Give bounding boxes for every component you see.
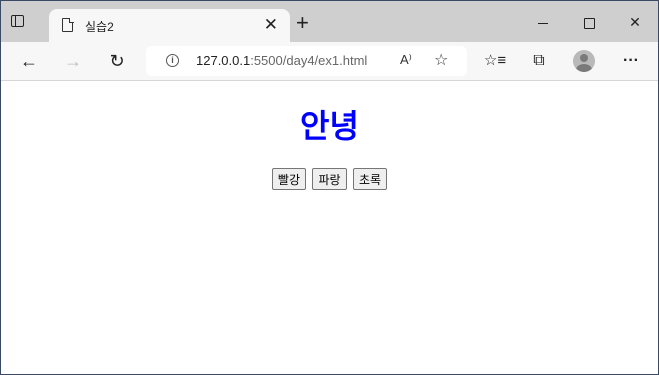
read-aloud-icon[interactable]: A⁾ — [400, 52, 412, 68]
toolbar: ← → ↻ i 127.0.0.1:5500/day4/ex1.html A⁾ … — [1, 42, 658, 81]
url-host: 127.0.0.1 — [196, 53, 251, 68]
page-content: 안녕 빨강 파랑 초록 — [1, 81, 658, 374]
minimize-button[interactable] — [520, 9, 566, 35]
tab-strip: 실습2 ✕ + ✕ — [1, 1, 658, 42]
maximize-button[interactable] — [566, 9, 612, 35]
address-bar[interactable]: i 127.0.0.1:5500/day4/ex1.html A⁾ ☆ — [146, 46, 467, 76]
collections-icon[interactable]: ⧉ — [525, 47, 553, 75]
profile-avatar[interactable] — [573, 50, 595, 72]
browser-window: 실습2 ✕ + ✕ ← → ↻ i 127.0.0.1:5500/day4/ex… — [0, 0, 659, 375]
tab-active[interactable]: 실습2 ✕ — [49, 9, 290, 42]
menu-icon[interactable]: ··· — [617, 47, 645, 75]
url-text[interactable]: 127.0.0.1:5500/day4/ex1.html — [196, 53, 367, 68]
page-icon — [62, 17, 74, 32]
new-tab-button[interactable]: + — [296, 12, 309, 34]
green-button[interactable]: 초록 — [353, 168, 388, 190]
tab-actions-icon[interactable] — [9, 13, 27, 31]
minimize-icon — [538, 22, 548, 24]
greeting-heading: 안녕 — [300, 107, 359, 145]
tab-title: 실습2 — [85, 20, 114, 34]
back-button[interactable]: ← — [15, 47, 43, 75]
blue-button[interactable]: 파랑 — [312, 168, 347, 190]
color-button-row: 빨강 파랑 초록 — [1, 168, 658, 190]
forward-button[interactable]: → — [59, 47, 87, 75]
favorites-icon[interactable]: ☆≡ — [481, 47, 509, 75]
info-icon[interactable]: i — [166, 54, 179, 67]
close-window-button[interactable]: ✕ — [612, 9, 658, 35]
red-button[interactable]: 빨강 — [271, 168, 306, 190]
tab-close-icon[interactable]: ✕ — [264, 15, 278, 35]
add-favorite-icon[interactable]: ☆ — [434, 50, 448, 70]
refresh-button[interactable]: ↻ — [103, 47, 131, 75]
url-path: :5500/day4/ex1.html — [250, 53, 368, 68]
maximize-icon — [583, 17, 595, 29]
